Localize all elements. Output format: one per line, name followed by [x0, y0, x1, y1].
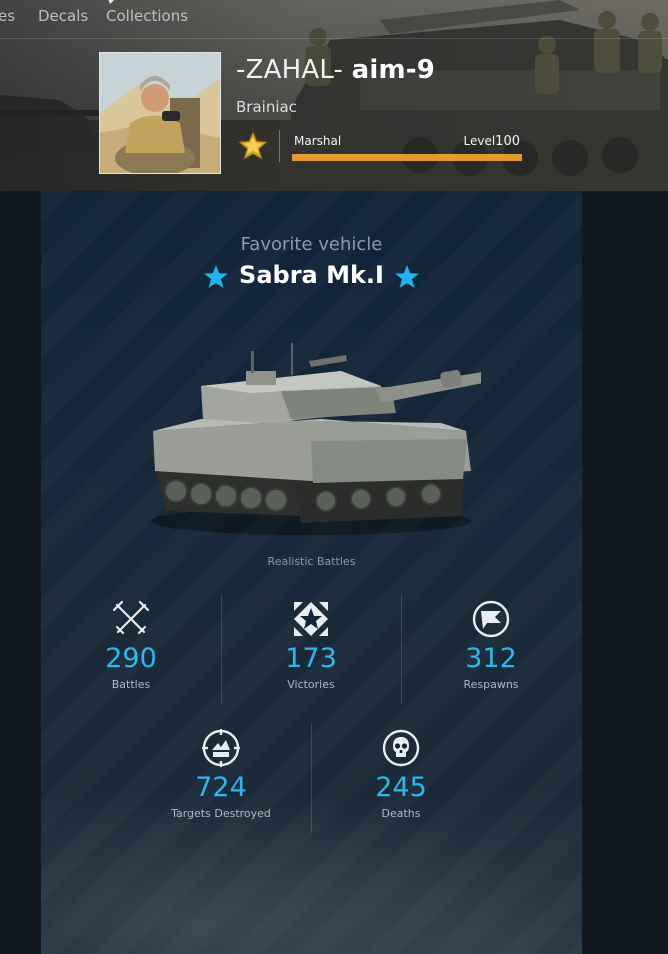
stat-battles: 290 Battles	[41, 599, 221, 691]
victories-label: Victories	[287, 678, 335, 691]
deaths-value: 245	[375, 772, 427, 803]
crossed-swords-icon	[112, 600, 150, 635]
stat-victories: 173 Victories	[221, 599, 401, 691]
xp-progress-fill	[292, 154, 522, 161]
victory-star-icon	[294, 602, 328, 636]
tab-partial[interactable]: es	[0, 7, 15, 25]
clan-tag: -ZAHAL-	[236, 55, 344, 85]
targets-destroyed-label: Targets Destroyed	[171, 807, 271, 820]
star-right-icon	[395, 265, 419, 288]
tank-commander-portrait-icon	[100, 53, 220, 173]
player-level: Level100	[463, 134, 520, 149]
respawns-label: Respawns	[463, 678, 519, 691]
avatar[interactable]	[99, 52, 221, 174]
skull-icon	[382, 729, 420, 767]
level-label: Level	[463, 134, 496, 148]
victories-value: 173	[285, 643, 337, 674]
player-title: Brainiac	[236, 98, 297, 116]
battles-label: Battles	[111, 678, 151, 691]
favorite-vehicle-panel: Favorite vehicle Sabra Mk.I Realistic Ba…	[41, 191, 582, 954]
targets-destroyed-icon	[202, 729, 240, 767]
rank-star-icon	[238, 131, 268, 161]
profile-nav: es Decals Collections	[0, 0, 668, 39]
level-value: 100	[495, 134, 520, 149]
favorite-vehicle-name: Sabra Mk.I	[239, 261, 384, 289]
targets-destroyed-value: 724	[195, 772, 247, 803]
player-name: aim-9	[351, 55, 436, 85]
favorite-vehicle-label: Favorite vehicle	[240, 234, 383, 255]
player-nickname: -ZAHAL- aim-9	[236, 55, 435, 85]
game-mode-label: Realistic Battles	[267, 555, 356, 568]
tab-pointer-icon	[108, 0, 114, 4]
rank-name: Marshal	[294, 134, 342, 148]
profile-header: es Decals Collections -ZAHAL- aim-9 Brai…	[0, 0, 668, 191]
flag-icon	[472, 600, 510, 638]
stat-targets-destroyed: 724 Targets Destroyed	[131, 728, 311, 820]
tab-collections[interactable]: Collections	[106, 7, 188, 25]
respawns-value: 312	[465, 643, 517, 674]
deaths-label: Deaths	[381, 807, 421, 820]
rank-divider	[279, 130, 280, 162]
battles-value: 290	[105, 643, 157, 674]
stat-deaths: 245 Deaths	[311, 728, 491, 820]
left-background	[0, 191, 41, 954]
tab-decals[interactable]: Decals	[38, 7, 88, 25]
right-background	[582, 191, 668, 954]
xp-progress-bar	[292, 154, 522, 161]
tank-image	[151, 343, 481, 535]
stat-respawns: 312 Respawns	[401, 599, 581, 691]
